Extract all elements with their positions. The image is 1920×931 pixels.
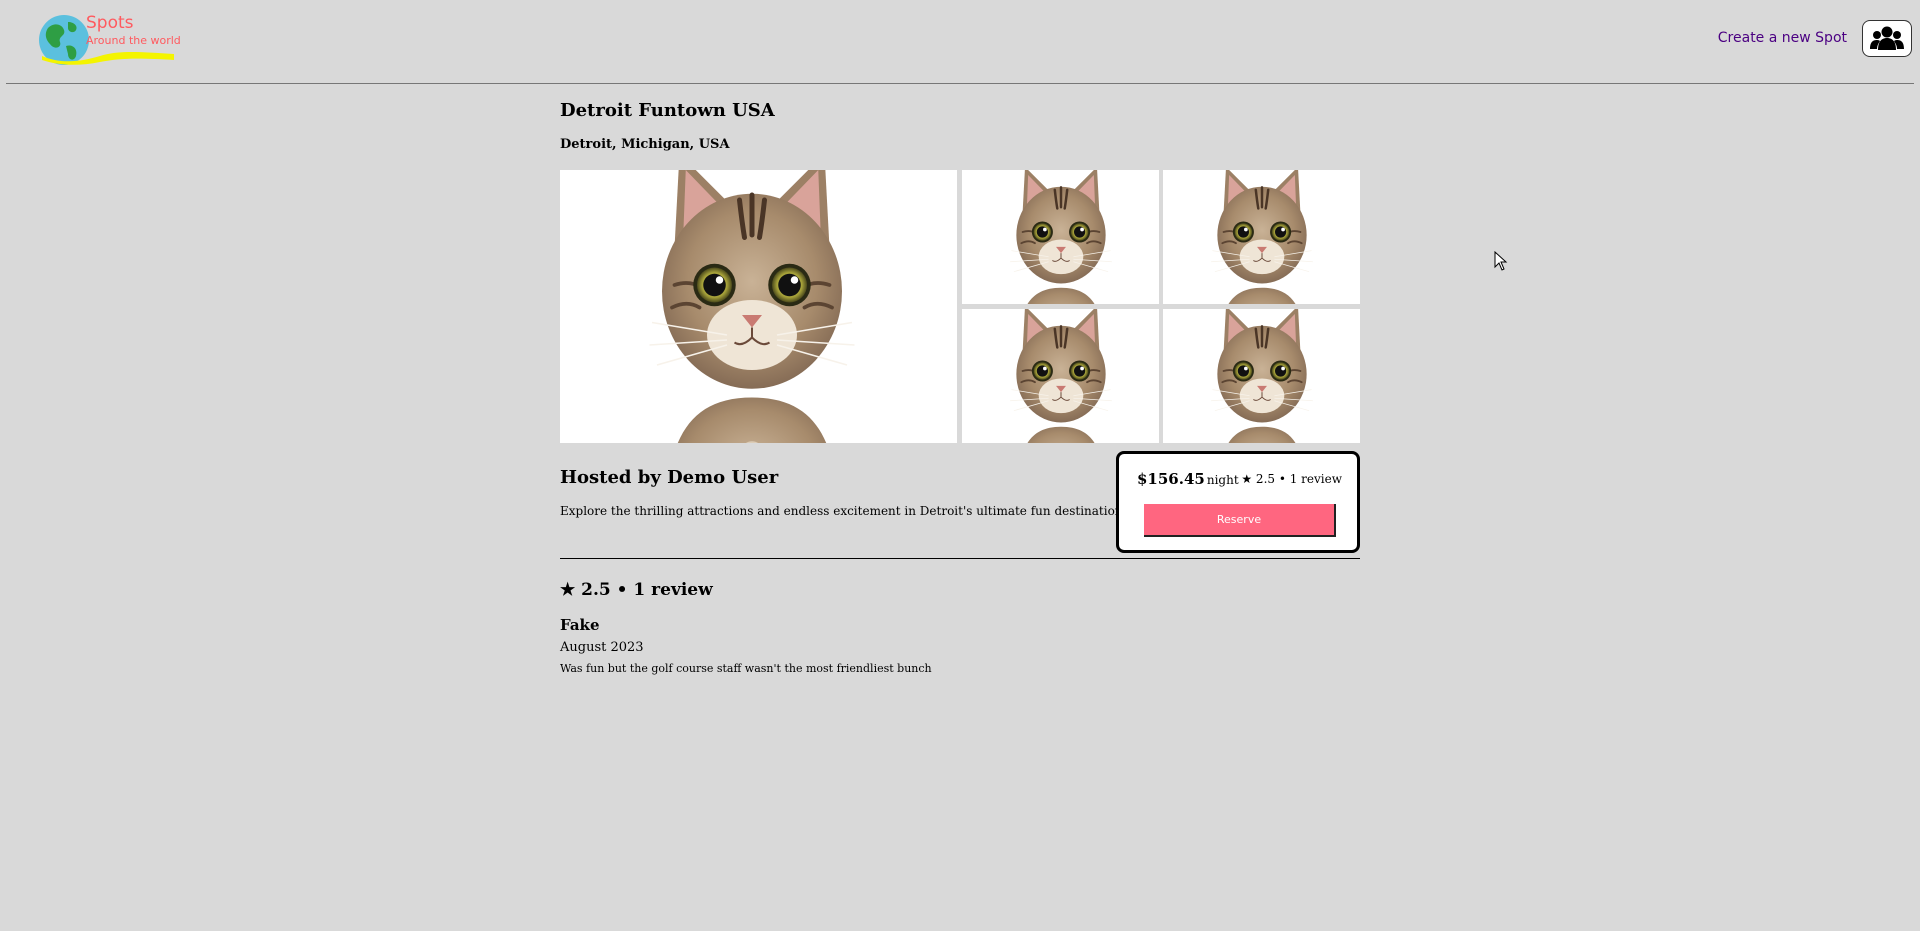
header-divider bbox=[6, 83, 1914, 84]
reviews-heading: ★ 2.5 • 1 review bbox=[560, 580, 713, 600]
top-navigation-bar: Spots Around the world Create a new Spot bbox=[0, 0, 1920, 84]
spot-image-thumbnail bbox=[1163, 309, 1360, 443]
mouse-cursor-icon bbox=[1494, 251, 1508, 271]
spot-image-thumbnail bbox=[962, 309, 1159, 443]
reviewer-name: Fake bbox=[560, 616, 600, 634]
review-date: August 2023 bbox=[560, 640, 644, 655]
booking-card: $156.45 night ★ 2.5 • 1 review Reserve bbox=[1116, 451, 1360, 553]
price-unit: night bbox=[1206, 473, 1239, 487]
price-value: $156.45 bbox=[1137, 470, 1205, 488]
spot-title: Detroit Funtown USA bbox=[560, 100, 775, 121]
spot-image-thumbnail bbox=[962, 170, 1159, 304]
spot-image-thumbnail bbox=[1163, 170, 1360, 304]
create-new-spot-link[interactable]: Create a new Spot bbox=[1718, 30, 1847, 46]
logo-title: Spots bbox=[86, 13, 134, 33]
logo-subtitle: Around the world bbox=[86, 34, 181, 47]
spot-description: Explore the thrilling attractions and en… bbox=[560, 504, 1128, 518]
host-heading: Hosted by Demo User bbox=[560, 467, 779, 488]
photo-gallery bbox=[560, 170, 1360, 443]
section-divider bbox=[560, 558, 1360, 559]
review-text: Was fun but the golf course staff wasn't… bbox=[560, 662, 932, 675]
main-spot-image bbox=[560, 170, 957, 443]
user-menu-button[interactable] bbox=[1862, 20, 1912, 57]
site-logo[interactable]: Spots Around the world bbox=[36, 12, 186, 68]
reserve-button[interactable]: Reserve bbox=[1144, 504, 1336, 537]
price-per-night: $156.45 night bbox=[1137, 470, 1239, 488]
card-rating-summary: ★ 2.5 • 1 review bbox=[1241, 472, 1342, 486]
users-icon bbox=[1870, 26, 1904, 50]
spot-location: Detroit, Michigan, USA bbox=[560, 137, 730, 152]
